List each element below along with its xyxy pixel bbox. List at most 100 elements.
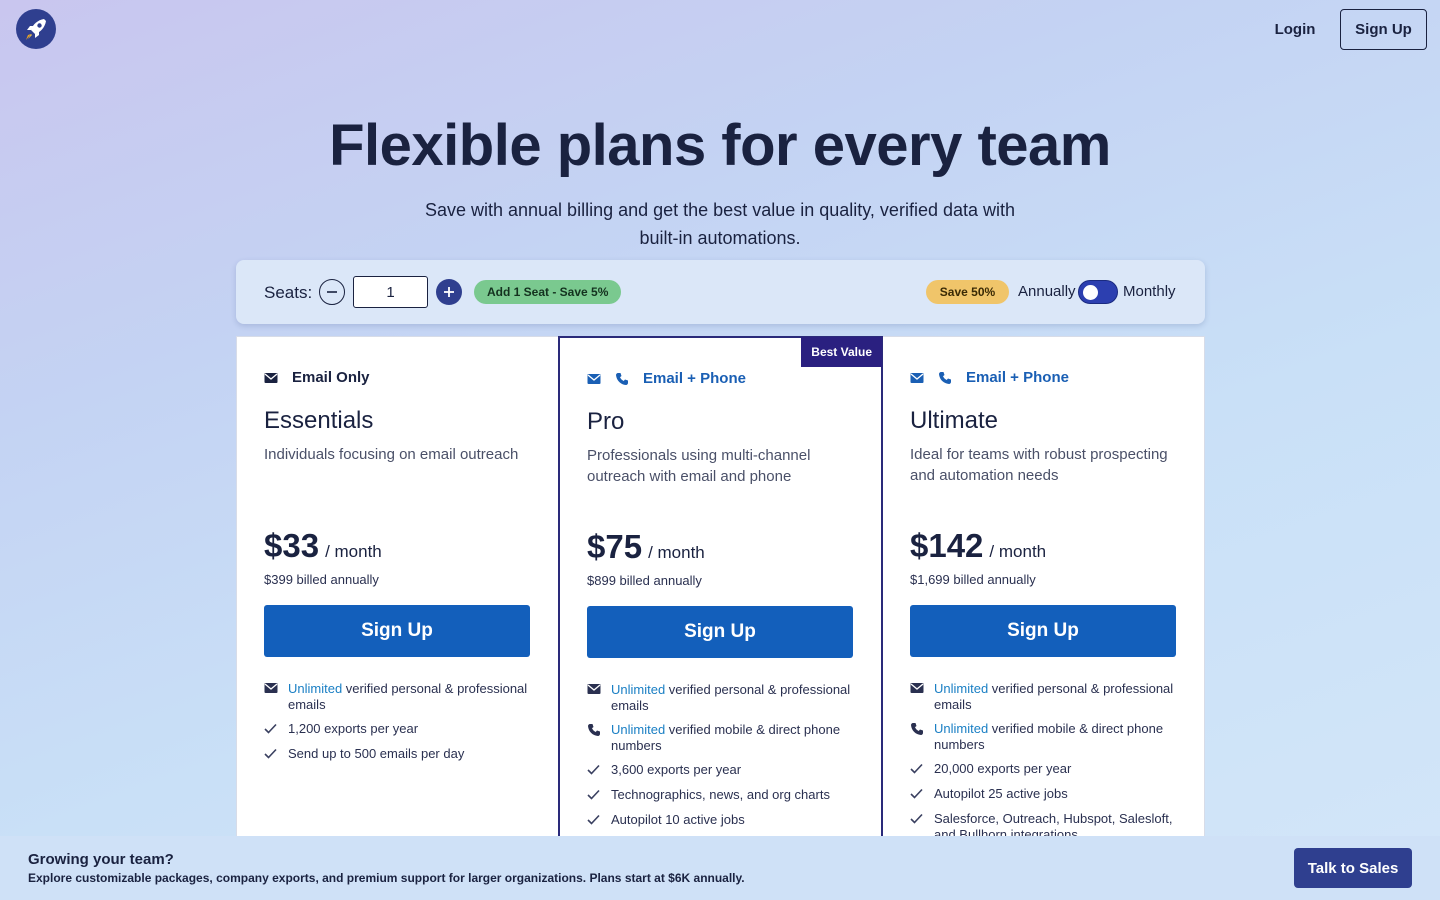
best-value-badge: Best Value <box>801 337 882 367</box>
feature-item: 20,000 exports per year <box>910 761 1180 778</box>
feature-description: Autopilot 25 active jobs <box>934 786 1068 801</box>
feature-item: Autopilot 10 active jobs <box>587 812 857 829</box>
feature-description: Send up to 500 emails per day <box>288 746 465 761</box>
billing-period-toggle[interactable] <box>1078 280 1118 304</box>
plan-description: Professionals using multi-channel outrea… <box>587 447 811 485</box>
seats-label: Seats: <box>264 283 313 302</box>
feature-item: 1,200 exports per year <box>264 721 534 738</box>
page-title: Flexible plans for every team <box>329 113 1111 178</box>
plan-channel-label: Email + Phone <box>966 369 1069 386</box>
increase-seats-button[interactable] <box>436 279 462 305</box>
feature-item: 3,600 exports per year <box>587 762 857 779</box>
feature-item: Unlimited verified personal & profession… <box>910 681 1180 713</box>
plan-name: Ultimate <box>910 407 999 434</box>
feature-text: Unlimited verified mobile & direct phone… <box>934 721 1180 753</box>
price-period: / month <box>325 542 382 561</box>
price-amount: $75 <box>587 528 643 565</box>
feature-item: Unlimited verified personal & profession… <box>587 682 857 714</box>
feature-list: Unlimited verified personal & profession… <box>910 681 1180 851</box>
plan-channel: Email Only <box>264 369 370 386</box>
feature-highlight: Unlimited <box>288 681 343 696</box>
feature-list: Unlimited verified personal & profession… <box>587 682 857 837</box>
feature-highlight: Unlimited <box>934 681 989 696</box>
price-amount: $33 <box>264 527 320 564</box>
check-icon <box>264 746 278 763</box>
feature-text: Autopilot 25 active jobs <box>934 786 1068 803</box>
feature-highlight: Unlimited <box>934 721 989 736</box>
plan-card-pro: Best Value Email + Phone Pro Professionals … <box>558 336 883 856</box>
seats-input[interactable] <box>353 276 428 308</box>
price-period: / month <box>989 542 1047 561</box>
plan-price: $142 / month <box>910 527 1046 565</box>
plan-channel: Email + Phone <box>910 369 1069 386</box>
talk-to-sales-button[interactable]: Talk to Sales <box>1294 848 1412 888</box>
phone-icon <box>615 372 629 386</box>
phone-icon <box>587 722 601 754</box>
check-icon <box>264 721 278 738</box>
feature-text: Unlimited verified personal & profession… <box>288 681 534 713</box>
feature-text: Unlimited verified personal & profession… <box>934 681 1180 713</box>
feature-text: Send up to 500 emails per day <box>288 746 464 763</box>
header-signup-button[interactable]: Sign Up <box>1340 9 1427 50</box>
feature-item: Unlimited verified mobile & direct phone… <box>587 722 857 754</box>
feature-item: Unlimited verified mobile & direct phone… <box>910 721 1180 753</box>
logo[interactable] <box>16 9 56 49</box>
annual-savings-badge: Save 50% <box>926 280 1009 304</box>
feature-text: 3,600 exports per year <box>611 762 741 779</box>
plan-card-ultimate: Email + Phone Ultimate Ideal for teams wit… <box>882 336 1205 856</box>
feature-item: Send up to 500 emails per day <box>264 746 534 763</box>
enterprise-banner: Growing your team? Explore customizable … <box>0 836 1440 900</box>
feature-text: 1,200 exports per year <box>288 721 418 738</box>
phone-icon <box>910 721 924 753</box>
envelope-icon <box>910 681 924 713</box>
seats-billing-bar: Seats: Add 1 Seat - Save 5% Save 50% Ann… <box>236 260 1205 324</box>
feature-text: Unlimited verified mobile & direct phone… <box>611 722 857 754</box>
feature-description: Autopilot 10 active jobs <box>611 812 745 827</box>
check-icon <box>910 786 924 803</box>
enterprise-text: Explore customizable packages, company e… <box>28 871 745 885</box>
plan-signup-button[interactable]: Sign Up <box>264 605 530 657</box>
page-subtitle: Save with annual billing and get the bes… <box>424 200 1016 248</box>
envelope-icon <box>587 373 601 385</box>
check-icon <box>587 812 601 829</box>
feature-description: Technographics, news, and org charts <box>611 787 830 802</box>
billed-annually: $399 billed annually <box>264 572 379 587</box>
check-icon <box>910 761 924 778</box>
feature-description: 20,000 exports per year <box>934 761 1072 776</box>
plan-card-essentials: Email Only Essentials Individuals focusing… <box>236 336 559 856</box>
check-icon <box>587 762 601 779</box>
plan-channel-label: Email Only <box>292 369 370 386</box>
envelope-icon <box>264 372 278 384</box>
decrease-seats-button[interactable] <box>319 279 345 305</box>
feature-text: Technographics, news, and org charts <box>611 787 830 804</box>
feature-item: Technographics, news, and org charts <box>587 787 857 804</box>
feature-highlight: Unlimited <box>611 722 666 737</box>
envelope-icon <box>264 681 278 713</box>
feature-list: Unlimited verified personal & profession… <box>264 681 534 771</box>
price-amount: $142 <box>910 527 984 564</box>
feature-description: 1,200 exports per year <box>288 721 419 736</box>
rocket-icon <box>26 19 46 40</box>
plan-signup-button[interactable]: Sign Up <box>910 605 1176 657</box>
add-seat-discount-badge: Add 1 Seat - Save 5% <box>474 280 622 304</box>
billed-annually: $1,699 billed annually <box>910 572 1036 587</box>
feature-item: Unlimited verified personal & profession… <box>264 681 534 713</box>
feature-text: Unlimited verified personal & profession… <box>611 682 857 714</box>
envelope-icon <box>910 372 924 384</box>
envelope-icon <box>587 682 601 714</box>
login-button[interactable]: Login <box>1262 9 1328 49</box>
plan-description: Individuals focusing on email outreach <box>264 446 519 463</box>
plan-channel: Email + Phone <box>587 370 746 387</box>
phone-icon <box>938 371 952 385</box>
minus-icon <box>327 291 337 293</box>
feature-description: 3,600 exports per year <box>611 762 742 777</box>
enterprise-title: Growing your team? <box>28 851 174 868</box>
feature-text: Autopilot 10 active jobs <box>611 812 745 829</box>
toggle-knob <box>1083 285 1098 300</box>
plan-channel-label: Email + Phone <box>643 370 746 387</box>
plan-signup-button[interactable]: Sign Up <box>587 606 853 658</box>
check-icon <box>587 787 601 804</box>
feature-item: Autopilot 25 active jobs <box>910 786 1180 803</box>
feature-text: 20,000 exports per year <box>934 761 1071 778</box>
annually-label: Annually <box>1018 283 1076 300</box>
